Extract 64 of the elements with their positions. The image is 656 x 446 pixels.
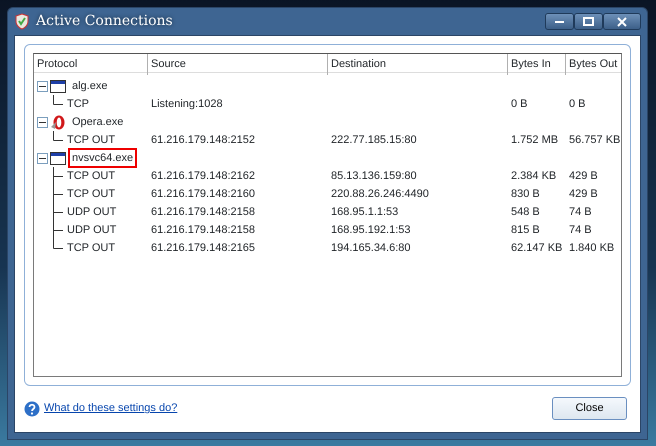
table-cell: 1.752 MB — [511, 134, 558, 146]
table-cell: 61.216.179.148:2152 — [151, 134, 255, 146]
table-cell: 74 B — [569, 206, 592, 218]
table-cell: 62.147 KB — [511, 242, 562, 254]
table-cell: 61.216.179.148:2162 — [151, 170, 255, 182]
column-header[interactable]: Bytes Out — [566, 54, 621, 74]
table-cell: 815 B — [511, 224, 540, 236]
table-cell: 56.757 KB — [569, 134, 620, 146]
table-cell: Listening:1028 — [151, 98, 223, 110]
window-icon — [50, 78, 66, 94]
table-cell-text: UDP OUT — [66, 204, 116, 220]
table-cell: 1.840 KB — [569, 242, 614, 254]
table-cell: 61.216.179.148:2160 — [151, 188, 255, 200]
table-cell: 85.13.136.159:80 — [331, 170, 417, 182]
close-button[interactable]: Close — [552, 397, 627, 420]
close-icon — [617, 16, 627, 26]
opera-icon — [50, 114, 66, 130]
tree-line — [53, 167, 63, 185]
help-link[interactable]: What do these settings do? — [44, 400, 178, 417]
tree-line — [53, 203, 63, 221]
table-cell: 429 B — [569, 170, 598, 182]
column-header[interactable]: Protocol — [34, 54, 148, 74]
table-cell-text: TCP OUT — [66, 132, 116, 148]
process-name[interactable]: Opera.exe — [68, 112, 128, 132]
tree-line — [53, 95, 63, 105]
table-cell: 0 B — [569, 98, 586, 110]
maximize-icon — [583, 17, 594, 26]
table-cell: 61.216.179.148:2158 — [151, 224, 255, 236]
table-cell-text: TCP OUT — [66, 240, 116, 256]
column-header[interactable]: Source — [148, 54, 328, 74]
table-cell: 429 B — [569, 188, 598, 200]
table-cell: 0 B — [511, 98, 528, 110]
table-cell: 222.77.185.15:80 — [331, 134, 417, 146]
window-title: Active Connections — [36, 12, 173, 31]
table-cell: 61.216.179.148:2165 — [151, 242, 255, 254]
table-cell: 168.95.192.1:53 — [331, 224, 411, 236]
tree-line — [53, 131, 63, 141]
table-cell: 194.165.34.6:80 — [331, 242, 411, 254]
shield-icon — [14, 13, 30, 30]
table-cell-text: UDP OUT — [66, 222, 116, 238]
table-cell: 548 B — [511, 206, 540, 218]
help-icon — [24, 400, 40, 416]
table-cell: 61.216.179.148:2158 — [151, 206, 255, 218]
table-cell: 830 B — [511, 188, 540, 200]
collapse-toggle[interactable] — [37, 152, 48, 164]
table-cell-text: TCP OUT — [66, 168, 116, 184]
close-button[interactable] — [603, 13, 641, 30]
column-header[interactable]: Bytes In — [508, 54, 566, 74]
collapse-toggle[interactable] — [37, 116, 48, 128]
table-cell: 220.88.26.246:4490 — [331, 188, 429, 200]
process-name[interactable]: nvsvc64.exe — [68, 148, 138, 168]
table-cell-text: TCP OUT — [66, 186, 116, 202]
maximize-button[interactable] — [574, 13, 603, 30]
table-cell: 74 B — [569, 224, 592, 236]
collapse-toggle[interactable] — [37, 80, 48, 92]
minimize-button[interactable] — [545, 13, 574, 30]
process-name[interactable]: alg.exe — [68, 76, 112, 96]
minimize-icon — [555, 20, 564, 22]
table-cell: 2.384 KB — [511, 170, 556, 182]
tree-line — [53, 185, 63, 203]
window-icon — [50, 150, 66, 166]
table-cell-text: TCP — [66, 96, 89, 112]
column-header[interactable]: Destination — [328, 54, 508, 74]
table-cell: 168.95.1.1:53 — [331, 206, 398, 218]
